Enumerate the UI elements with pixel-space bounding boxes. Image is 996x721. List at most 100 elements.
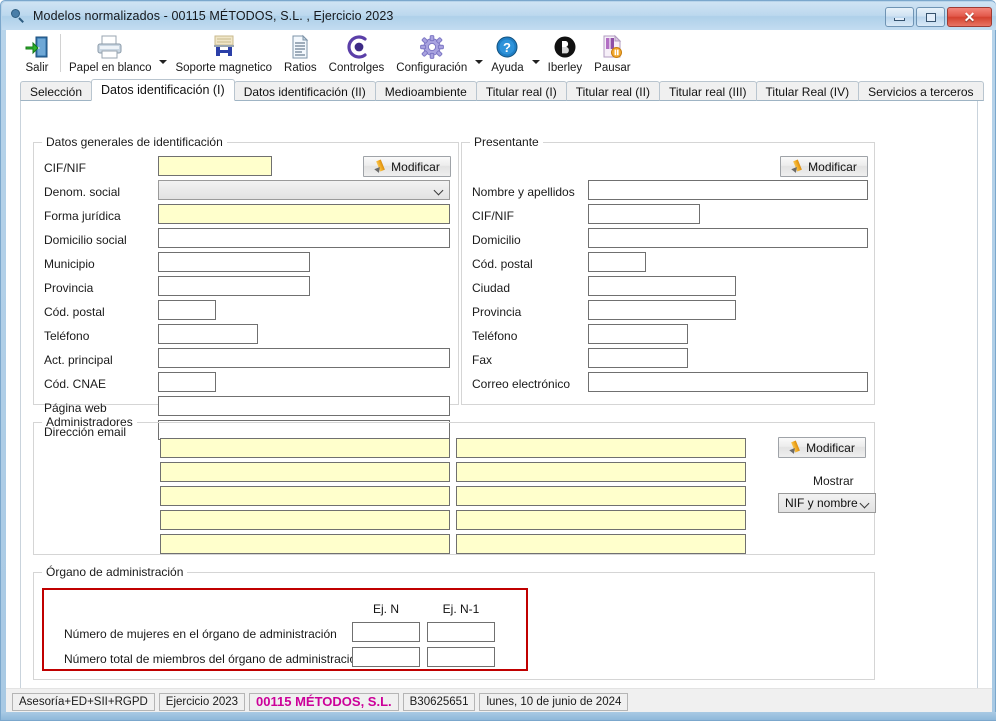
chevron-down-icon <box>435 186 444 195</box>
papel-en-blanco-dropdown-caret[interactable] <box>159 60 168 64</box>
input-miembros-ej-n[interactable] <box>352 647 420 667</box>
input-presentante-telefono[interactable] <box>588 324 688 344</box>
input-nombre-y-apellidos[interactable] <box>588 180 868 200</box>
document-lines-icon <box>289 33 311 61</box>
tab-titular-real-2[interactable]: Titular real (II) <box>565 81 660 101</box>
combo-denom-social[interactable] <box>158 180 450 200</box>
tab-datos-identificacion-1[interactable]: Datos identificación (I) <box>91 79 235 101</box>
label-pagina-web: Página web <box>44 401 107 415</box>
input-pagina-web[interactable] <box>158 396 450 416</box>
input-domicilio-social[interactable] <box>158 228 450 248</box>
input-administrador-nif-2[interactable] <box>160 462 450 482</box>
input-administrador-nombre-2[interactable] <box>456 462 746 482</box>
toolbar-separator <box>60 34 61 72</box>
label-fax: Fax <box>472 353 493 367</box>
label-presentante-cif-nif: CIF/NIF <box>472 209 514 223</box>
toolbar-label: Ayuda <box>491 62 524 74</box>
input-provincia[interactable] <box>158 276 310 296</box>
close-button[interactable]: ✕ <box>947 7 992 27</box>
tab-titular-real-3[interactable]: Titular real (III) <box>658 81 757 101</box>
toolbar-button-configuracion[interactable]: Configuración <box>390 30 473 74</box>
input-presentante-cod-postal[interactable] <box>588 252 646 272</box>
status-cell-fecha: lunes, 10 de junio de 2024 <box>479 692 629 711</box>
input-fax[interactable] <box>588 348 688 368</box>
toolbar-label: Ratios <box>284 62 317 74</box>
input-telefono[interactable] <box>158 324 258 344</box>
input-presentante-cif-nif[interactable] <box>588 204 700 224</box>
label-presentante-telefono: Teléfono <box>472 329 518 343</box>
tab-servicios-a-terceros[interactable]: Servicios a terceros <box>858 81 984 101</box>
tab-medioambiente[interactable]: Medioambiente <box>374 81 477 101</box>
tab-datos-identificacion-2[interactable]: Datos identificación (II) <box>233 81 376 101</box>
button-label: Modificar <box>806 440 855 455</box>
input-mujeres-ej-n-1[interactable] <box>427 622 495 642</box>
toolbar-button-controlges[interactable]: Controlges <box>323 30 391 74</box>
input-presentante-domicilio[interactable] <box>588 228 868 248</box>
label-presentante-provincia: Provincia <box>472 305 522 319</box>
group-legend: Administradores <box>46 415 133 429</box>
title-bar: Modelos normalizados - 00115 MÉTODOS, S.… <box>2 2 996 30</box>
ayuda-dropdown-caret[interactable] <box>531 60 540 64</box>
tab-seleccion[interactable]: Selección <box>20 81 93 101</box>
toolbar-button-soporte-magnetico[interactable]: Soporte magnetico <box>169 30 278 74</box>
input-correo-electronico[interactable] <box>588 372 868 392</box>
toolbar-button-papel-en-blanco[interactable]: Papel en blanco <box>63 30 157 74</box>
label-mostrar: Mostrar <box>813 474 854 488</box>
tab-panel-datos-identificacion-1: Datos generales de identificación Modifi… <box>20 101 978 701</box>
input-presentante-provincia[interactable] <box>588 300 736 320</box>
modificar-datos-generales-button[interactable]: Modificar <box>363 156 451 177</box>
toolbar-label: Salir <box>25 62 49 74</box>
input-cif-nif[interactable] <box>158 156 272 176</box>
input-administrador-nif-4[interactable] <box>160 510 450 530</box>
label-numero-mujeres: Número de mujeres en el órgano de admini… <box>64 627 337 641</box>
tab-titular-real-4[interactable]: Titular Real (IV) <box>755 81 860 101</box>
label-cod-cnae: Cód. CNAE <box>44 377 107 391</box>
label-domicilio-social: Domicilio social <box>44 233 127 247</box>
minimize-button[interactable] <box>885 7 914 27</box>
toolbar-button-salir[interactable]: Salir <box>16 30 58 74</box>
button-label: Modificar <box>808 159 857 174</box>
input-administrador-nombre-3[interactable] <box>456 486 746 506</box>
input-administrador-nif-3[interactable] <box>160 486 450 506</box>
combo-mostrar[interactable]: NIF y nombre <box>778 493 876 513</box>
window-controls: ✕ <box>885 7 992 27</box>
input-administrador-nombre-5[interactable] <box>456 534 746 554</box>
label-cif-nif: CIF/NIF <box>44 161 86 175</box>
printer-icon <box>95 33 125 61</box>
modificar-presentante-button[interactable]: Modificar <box>780 156 868 177</box>
tab-strip: Selección Datos identificación (I) Datos… <box>20 79 984 102</box>
configuracion-dropdown-caret[interactable] <box>475 60 484 64</box>
label-telefono: Teléfono <box>44 329 90 343</box>
toolbar-label: Soporte magnetico <box>175 62 273 74</box>
input-administrador-nif-5[interactable] <box>160 534 450 554</box>
chevron-down-icon <box>861 499 870 508</box>
tab-titular-real-1[interactable]: Titular real (I) <box>475 81 567 101</box>
input-ciudad[interactable] <box>588 276 736 296</box>
modificar-administradores-button[interactable]: Modificar <box>778 437 866 458</box>
input-cod-cnae[interactable] <box>158 372 216 392</box>
input-administrador-nif-1[interactable] <box>160 438 450 458</box>
input-forma-juridica[interactable] <box>158 204 450 224</box>
minimize-icon <box>894 17 905 21</box>
toolbar-button-ratios[interactable]: Ratios <box>278 30 323 74</box>
input-mujeres-ej-n[interactable] <box>352 622 420 642</box>
input-cod-postal[interactable] <box>158 300 216 320</box>
input-municipio[interactable] <box>158 252 310 272</box>
toolbar-button-ayuda[interactable]: ? Ayuda <box>485 30 529 74</box>
label-denom-social: Denom. social <box>44 185 121 199</box>
client-area: Salir Papel en blanco Soporte magnetico … <box>6 30 992 717</box>
toolbar-button-iberley[interactable]: Iberley <box>542 30 589 74</box>
label-numero-total-miembros: Número total de miembros del órgano de a… <box>64 652 363 666</box>
svg-text:?: ? <box>503 40 511 55</box>
label-correo-electronico: Correo electrónico <box>472 377 571 391</box>
input-administrador-nombre-4[interactable] <box>456 510 746 530</box>
label-cod-postal: Cód. postal <box>44 305 105 319</box>
toolbar-label: Controlges <box>328 62 385 74</box>
group-legend: Presentante <box>474 135 539 149</box>
maximize-button[interactable] <box>916 7 945 27</box>
input-act-principal[interactable] <box>158 348 450 368</box>
toolbar-label: Papel en blanco <box>69 62 152 74</box>
input-miembros-ej-n-1[interactable] <box>427 647 495 667</box>
toolbar-button-pausar[interactable]: Pausar <box>588 30 636 74</box>
input-administrador-nombre-1[interactable] <box>456 438 746 458</box>
